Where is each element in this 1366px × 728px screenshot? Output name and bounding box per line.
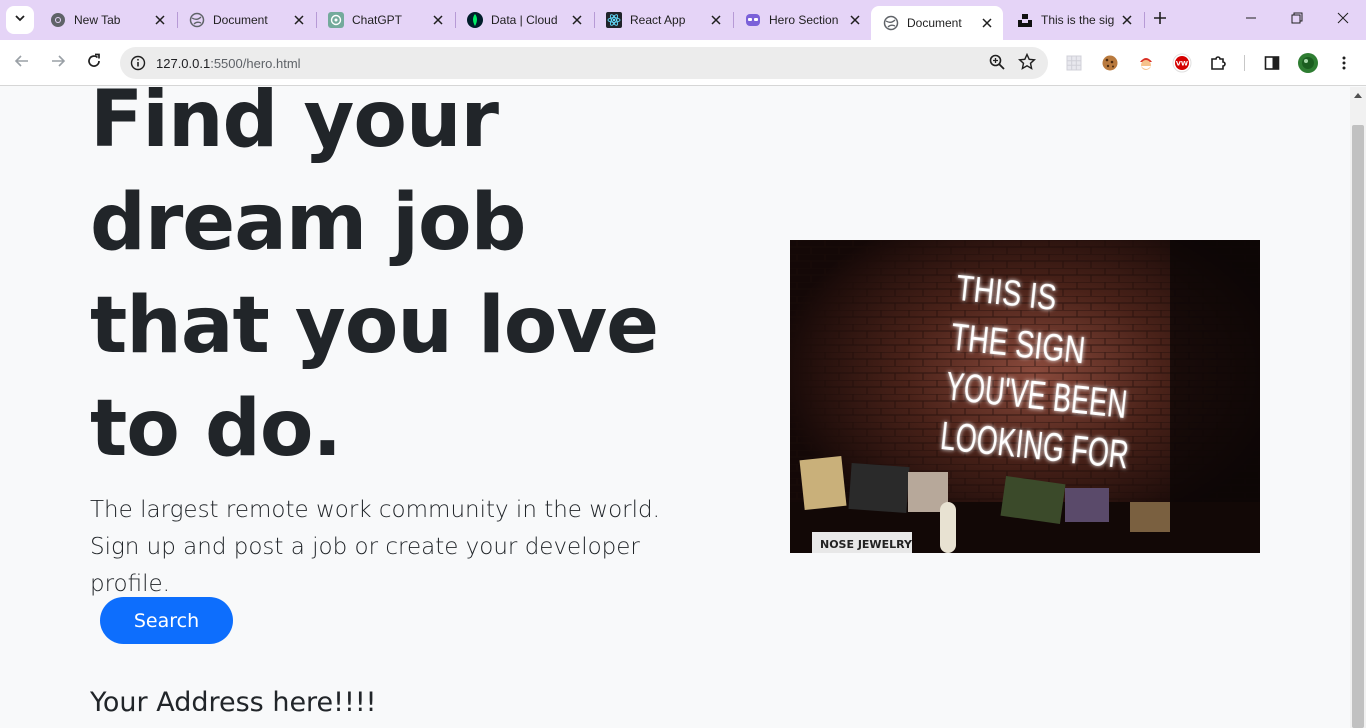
scroll-up-arrow-icon[interactable]	[1350, 87, 1366, 103]
tab-new-tab[interactable]: New Tab	[38, 6, 176, 34]
extension-grid-icon[interactable]	[1063, 52, 1085, 74]
profile-avatar[interactable]	[1297, 52, 1319, 74]
react-icon	[606, 12, 622, 28]
browser-toolbar: 127.0.0.1:5500/hero.html VW	[0, 40, 1366, 86]
info-icon[interactable]	[130, 55, 146, 71]
tab-hero-section[interactable]: Hero Section	[733, 6, 871, 34]
restore-button[interactable]	[1274, 0, 1320, 40]
hero-mask-icon	[745, 12, 761, 28]
vw-extension-icon[interactable]: VW	[1171, 52, 1193, 74]
close-icon	[1337, 11, 1349, 29]
scrollbar-thumb[interactable]	[1352, 125, 1364, 728]
tab-this-is-the-sign[interactable]: This is the sign	[1005, 6, 1143, 34]
url-host: 127.0.0.1	[156, 55, 211, 71]
tab-document-active[interactable]: Document	[871, 6, 1003, 40]
tab-title: This is the sign	[1041, 13, 1115, 27]
globe-icon	[189, 12, 205, 28]
address-bar[interactable]: 127.0.0.1:5500/hero.html	[120, 47, 1048, 79]
chrome-icon	[50, 12, 66, 28]
puzzle-extensions-icon[interactable]	[1207, 52, 1229, 74]
close-window-button[interactable]	[1320, 0, 1366, 40]
restore-icon	[1291, 11, 1303, 29]
tab-title: Document	[213, 13, 268, 27]
kebab-menu-icon[interactable]	[1333, 52, 1355, 74]
minimize-button[interactable]	[1228, 0, 1274, 40]
tab-search-button[interactable]	[6, 6, 34, 34]
tab-title: New Tab	[74, 13, 121, 27]
cookie-icon[interactable]	[1099, 52, 1121, 74]
close-icon[interactable]	[152, 12, 168, 28]
tab-document[interactable]: Document	[177, 6, 315, 34]
browser-tab-strip: New Tab Document ChatGPT Data | Cloud Re…	[0, 0, 1366, 40]
minimize-icon	[1245, 11, 1257, 29]
vertical-scrollbar[interactable]	[1350, 87, 1366, 728]
tab-data-cloud[interactable]: Data | Cloud	[455, 6, 593, 34]
shop-sign-text: NOSE JEWELRY	[820, 538, 913, 551]
arrow-left-icon	[14, 53, 30, 74]
close-icon[interactable]	[847, 12, 863, 28]
tab-title: React App	[630, 13, 686, 27]
hero-title: Find your dream job that you love to do.	[90, 87, 659, 474]
reload-button[interactable]	[80, 49, 108, 77]
close-icon[interactable]	[1119, 12, 1135, 28]
zoom-icon[interactable]	[988, 53, 1006, 76]
plus-icon	[1153, 11, 1167, 30]
new-tab-button[interactable]	[1148, 8, 1172, 32]
close-icon[interactable]	[979, 15, 995, 31]
chatgpt-icon	[328, 12, 344, 28]
tab-title: Document	[907, 16, 962, 30]
forward-button[interactable]	[44, 49, 72, 77]
hero-lead-text: The largest remote work community in the…	[90, 497, 660, 597]
hero-image: THIS IS THE SIGN YOU'VE BEEN LOOKING FOR…	[790, 240, 1260, 553]
address-text: Your Address here!!!!	[90, 687, 377, 718]
close-icon[interactable]	[291, 12, 307, 28]
close-icon[interactable]	[430, 12, 446, 28]
search-button[interactable]: Search	[100, 597, 233, 644]
globe-icon	[883, 15, 899, 31]
svg-text:VW: VW	[1176, 60, 1188, 68]
tab-title: Data | Cloud	[491, 13, 558, 27]
tab-title: Hero Section	[769, 13, 839, 27]
page-viewport: Find your dream job that you love to do.…	[0, 87, 1350, 728]
url-path: :5500/hero.html	[210, 55, 301, 71]
tab-title: ChatGPT	[352, 13, 403, 27]
tab-react-app[interactable]: React App	[594, 6, 732, 34]
tab-chatgpt[interactable]: ChatGPT	[316, 6, 454, 34]
chevron-down-icon	[14, 11, 26, 29]
back-button[interactable]	[8, 49, 36, 77]
url-text: 127.0.0.1:5500/hero.html	[156, 56, 301, 71]
reload-icon	[86, 53, 102, 74]
arrow-right-icon	[50, 53, 66, 74]
bookmark-star-icon[interactable]	[1017, 52, 1037, 76]
mongodb-leaf-icon	[467, 12, 483, 28]
toolbar-separator	[1244, 55, 1245, 71]
close-icon[interactable]	[569, 12, 585, 28]
tab-separator	[1144, 12, 1145, 28]
unsplash-icon	[1017, 12, 1033, 28]
close-icon[interactable]	[708, 12, 724, 28]
side-panel-icon[interactable]	[1261, 52, 1283, 74]
santa-extension-icon[interactable]	[1135, 52, 1157, 74]
